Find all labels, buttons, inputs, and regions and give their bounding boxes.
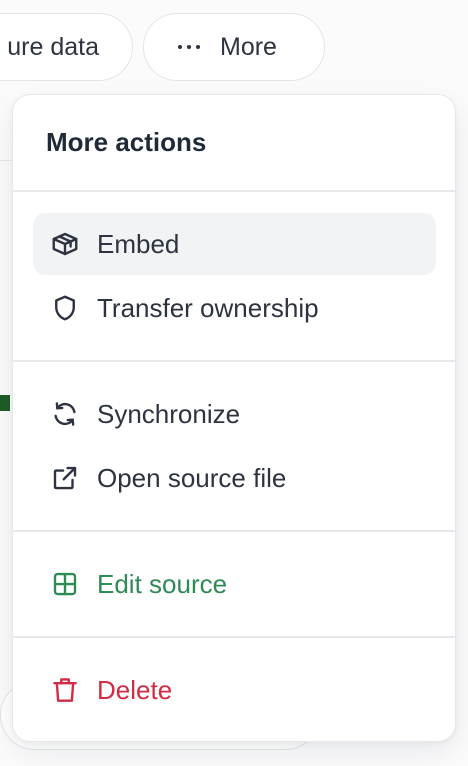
background-indicator xyxy=(0,395,10,411)
menu-item-edit-source[interactable]: Edit source xyxy=(33,553,436,615)
menu-item-label: Synchronize xyxy=(97,398,241,429)
shield-icon xyxy=(49,292,81,324)
menu-item-label: Edit source xyxy=(97,568,228,599)
box-icon xyxy=(49,228,81,260)
menu-divider xyxy=(13,636,455,638)
menu-item-open-source-file[interactable]: Open source file xyxy=(33,447,436,509)
more-button[interactable]: More xyxy=(143,13,325,81)
secure-data-label: ure data xyxy=(7,32,99,61)
menu-item-label: Embed xyxy=(97,228,180,259)
menu-item-synchronize[interactable]: Synchronize xyxy=(33,383,436,445)
menu-item-label: Delete xyxy=(97,674,173,705)
menu-divider xyxy=(13,530,455,532)
more-label: More xyxy=(220,32,277,61)
page: ure data More More actions Embed Transfe… xyxy=(0,0,468,766)
trash-icon xyxy=(49,674,81,706)
menu-item-embed[interactable]: Embed xyxy=(33,213,436,275)
secure-data-button[interactable]: ure data xyxy=(0,13,133,81)
grid-icon xyxy=(49,568,81,600)
menu-title: More actions xyxy=(46,127,207,157)
external-link-icon xyxy=(49,462,81,494)
background-divider xyxy=(0,160,12,161)
menu-item-delete[interactable]: Delete xyxy=(33,659,436,721)
menu-divider xyxy=(13,360,455,362)
menu-item-transfer-ownership[interactable]: Transfer ownership xyxy=(33,277,436,339)
sync-icon xyxy=(49,398,81,430)
ellipsis-icon xyxy=(178,45,200,49)
menu-divider xyxy=(13,190,455,192)
menu-item-label: Open source file xyxy=(97,462,287,493)
more-actions-menu: More actions Embed Transfer ownership Sy… xyxy=(12,94,456,742)
menu-item-label: Transfer ownership xyxy=(97,292,319,323)
